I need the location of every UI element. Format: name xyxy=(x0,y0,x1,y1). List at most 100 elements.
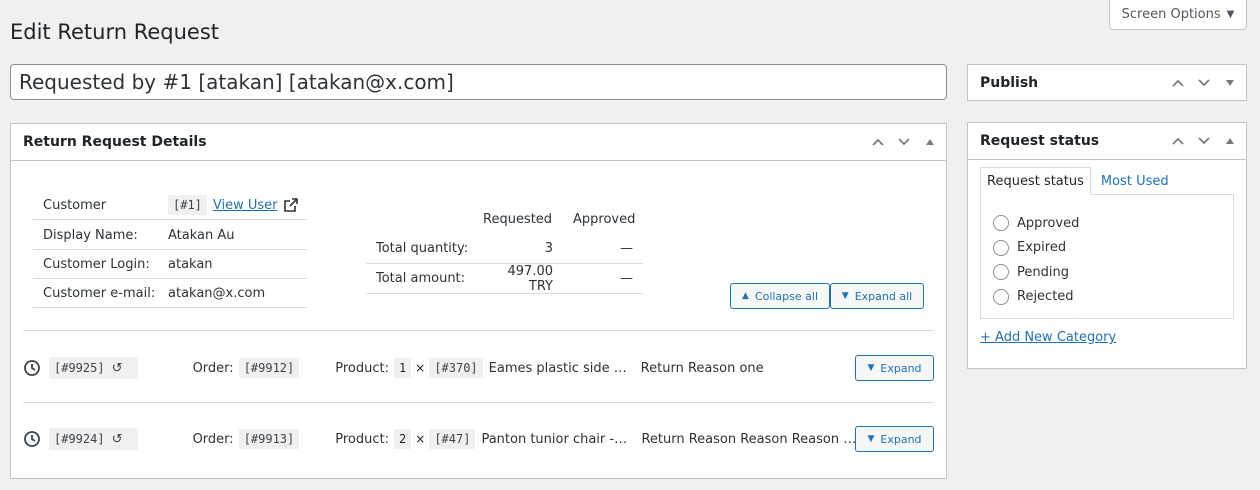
total-amount-label: Total amount: xyxy=(376,271,466,286)
status-option-rejected[interactable]: Rejected xyxy=(993,285,1221,310)
product-qty: 2 xyxy=(394,429,412,449)
product-label: Product: xyxy=(335,360,390,376)
status-option-label: Approved xyxy=(1017,215,1080,231)
times-sign: × xyxy=(415,432,426,446)
move-down-icon[interactable] xyxy=(1192,71,1216,95)
total-quantity-row: Total quantity: 3 — xyxy=(366,234,643,264)
external-link-icon[interactable] xyxy=(283,198,298,212)
expand-all-button[interactable]: ▼ Expand all xyxy=(830,283,924,309)
request-item: [#9924] ↺ Order: [#9913] Product: 2 × [#… xyxy=(23,419,934,459)
customer-value: [#1] View User xyxy=(168,195,298,215)
collapse-all-label: Collapse all xyxy=(754,289,819,303)
clock-icon xyxy=(24,360,40,376)
expand-button[interactable]: ▼ Expand xyxy=(855,426,934,452)
col-approved: Approved xyxy=(573,212,636,227)
order-id: [#9913] xyxy=(238,429,300,449)
total-quantity-approved: — xyxy=(620,241,633,256)
request-id-block: [#9924] ↺ xyxy=(49,428,138,450)
order-label: Order: xyxy=(192,360,234,376)
status-option-label: Expired xyxy=(1017,240,1067,256)
product-label: Product: xyxy=(335,431,390,447)
expand-label: Expand xyxy=(880,361,922,375)
status-option-label: Rejected xyxy=(1017,289,1074,305)
add-new-category-link[interactable]: + Add New Category xyxy=(980,330,1116,345)
details-heading: Return Request Details xyxy=(23,134,207,150)
move-up-icon[interactable] xyxy=(866,130,890,154)
divider xyxy=(23,330,934,331)
screen-options-button[interactable]: Screen Options ▼ xyxy=(1109,0,1247,30)
total-quantity-requested: 3 xyxy=(544,241,553,256)
display-name-value: Atakan Au xyxy=(168,227,235,243)
details-header: Return Request Details xyxy=(11,124,946,161)
email-value: atakan@x.com xyxy=(168,285,266,301)
status-tabs: Request status Most Used xyxy=(980,167,1175,195)
toggle-panel-icon[interactable] xyxy=(918,130,942,154)
request-status-box: Request status Request status Most Used … xyxy=(967,122,1247,369)
move-up-icon[interactable] xyxy=(1166,71,1190,95)
move-down-icon[interactable] xyxy=(892,130,916,154)
display-name-label: Display Name: xyxy=(43,227,138,243)
order-id: [#9912] xyxy=(238,358,300,378)
toggle-panel-icon[interactable] xyxy=(1218,129,1242,153)
product-qty: 1 xyxy=(394,358,412,378)
customer-id: [#1] xyxy=(168,195,207,215)
radio-button[interactable] xyxy=(993,288,1009,305)
request-item: [#9925] ↺ Order: [#9912] Product: 1 × [#… xyxy=(23,348,934,388)
col-requested: Requested xyxy=(483,212,553,227)
return-reason: Return Reason Reason Reason Reason xyxy=(641,431,859,447)
display-name-row: Display Name: Atakan Au xyxy=(33,221,307,250)
radio-button[interactable] xyxy=(993,239,1009,256)
tab-most-used[interactable]: Most Used xyxy=(1095,167,1175,195)
total-amount-approved: — xyxy=(620,271,633,286)
revert-icon[interactable]: ↺ xyxy=(110,432,138,447)
status-options-panel: Approved Expired Pending Rejected xyxy=(980,194,1234,319)
status-option-expired[interactable]: Expired xyxy=(993,236,1221,261)
move-down-icon[interactable] xyxy=(1192,129,1216,153)
status-option-label: Pending xyxy=(1017,264,1069,280)
title-input[interactable]: Requested by #1 [atakan] [atakan@x.com] xyxy=(10,64,947,100)
status-handle-actions xyxy=(1166,129,1246,153)
request-id: [#9924] xyxy=(54,432,105,446)
move-up-icon[interactable] xyxy=(1166,129,1190,153)
request-id-block: [#9925] ↺ xyxy=(49,357,138,379)
return-reason: Return Reason one xyxy=(640,360,764,376)
radio-button[interactable] xyxy=(993,264,1009,281)
status-option-approved[interactable]: Approved xyxy=(993,211,1221,236)
expand-button[interactable]: ▼ Expand xyxy=(855,355,934,381)
total-quantity-label: Total quantity: xyxy=(376,241,469,256)
login-value: atakan xyxy=(168,256,213,272)
request-id: [#9925] xyxy=(54,361,105,375)
product-id: [#47] xyxy=(429,429,476,449)
triangle-down-icon: ▼ xyxy=(867,363,875,373)
times-sign: × xyxy=(415,361,426,375)
publish-handle-actions xyxy=(1166,71,1246,95)
collapse-all-button[interactable]: ▲ Collapse all xyxy=(730,283,830,309)
status-heading: Request status xyxy=(980,133,1100,149)
caret-down-icon: ▼ xyxy=(1226,9,1235,20)
customer-row: Customer [#1] View User xyxy=(33,191,307,220)
divider xyxy=(23,402,934,403)
total-amount-row: Total amount: 497.00 TRY — xyxy=(366,264,643,294)
triangle-down-icon: ▼ xyxy=(841,291,849,301)
publish-header: Publish xyxy=(968,65,1246,100)
toggle-panel-icon[interactable] xyxy=(1218,71,1242,95)
login-label: Customer Login: xyxy=(43,256,150,272)
screen-options-label: Screen Options xyxy=(1121,7,1221,22)
status-option-pending[interactable]: Pending xyxy=(993,260,1221,285)
total-amount-requested: 497.00 TRY xyxy=(507,263,554,294)
publish-box: Publish xyxy=(967,64,1247,101)
revert-icon[interactable]: ↺ xyxy=(110,361,138,376)
tab-request-status[interactable]: Request status xyxy=(980,167,1091,195)
login-row: Customer Login: atakan xyxy=(33,250,307,279)
customer-label: Customer xyxy=(43,197,107,213)
expand-label: Expand xyxy=(880,432,922,446)
radio-button[interactable] xyxy=(993,215,1009,232)
publish-heading: Publish xyxy=(980,74,1039,91)
email-label: Customer e-mail: xyxy=(43,285,156,301)
view-user-link[interactable]: View User xyxy=(213,198,278,213)
product-name: Eames plastic side chair xyxy=(488,360,629,376)
page-title: Edit Return Request xyxy=(10,20,220,44)
details-handle-actions xyxy=(866,130,946,154)
triangle-up-icon: ▲ xyxy=(741,291,749,301)
product-id: [#370] xyxy=(429,358,483,378)
